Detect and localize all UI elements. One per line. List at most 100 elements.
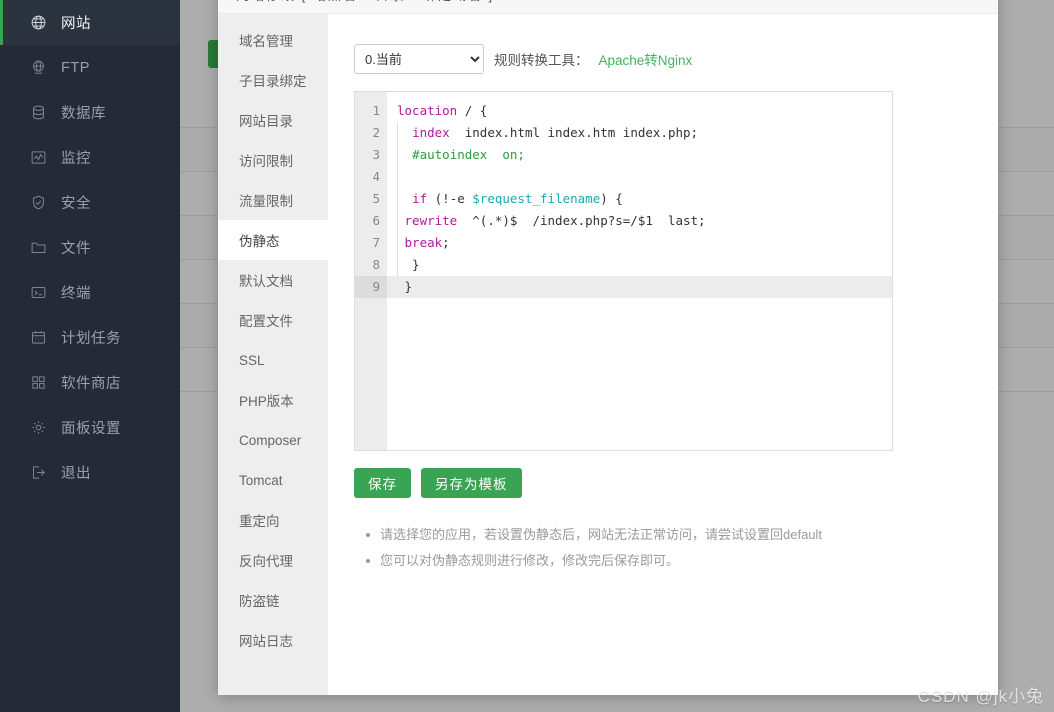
tab-label: 反向代理 <box>239 554 293 569</box>
line-number: 4 <box>372 169 380 184</box>
code-line: break; <box>387 232 892 254</box>
indent-guide <box>397 210 398 232</box>
code-token: / { <box>457 103 488 118</box>
code-line: #autoindex on; <box>387 144 892 166</box>
code-line: location / { <box>387 100 892 122</box>
site-edit-modal: 网站修改 [ 站点名 · 目录 · 绑定域名 ] 域名管理 子目录绑定 网站目录… <box>218 0 998 695</box>
tab-tomcat[interactable]: Tomcat <box>218 460 328 500</box>
editor-code-area[interactable]: location / { index index.html index.htm … <box>387 92 892 450</box>
shield-icon <box>28 193 48 213</box>
code-token: ^(.*)$ /index.php?s=/$1 last; <box>457 213 706 228</box>
sidebar-item-security[interactable]: 安全 <box>0 180 180 225</box>
sidebar-item-files[interactable]: 文件 <box>0 225 180 270</box>
tab-label: Tomcat <box>239 472 283 488</box>
code-token: index <box>412 125 450 140</box>
line-number: 8 <box>372 257 380 272</box>
tab-site-log[interactable]: 网站日志 <box>218 620 328 660</box>
sidebar-item-website[interactable]: 网站 <box>0 0 180 45</box>
code-token: location <box>397 103 458 118</box>
tab-label: 访问限制 <box>239 154 293 169</box>
indent-guide <box>397 232 398 254</box>
monitor-icon <box>28 148 48 168</box>
sidebar-item-label: 退出 <box>61 466 91 482</box>
sidebar-item-monitor[interactable]: 监控 <box>0 135 180 180</box>
code-token: (!-e <box>427 191 473 206</box>
save-as-template-button[interactable]: 另存为模板 <box>421 468 522 498</box>
help-item: 您可以对伪静态规则进行修改，修改完后保存即可。 <box>360 548 972 574</box>
tab-default-document[interactable]: 默认文档 <box>218 260 328 300</box>
line-number: 1 <box>372 103 380 118</box>
tab-composer[interactable]: Composer <box>218 420 328 460</box>
grid-icon <box>28 373 48 393</box>
line-number: 7 <box>372 235 380 250</box>
tab-config-file[interactable]: 配置文件 <box>218 300 328 340</box>
tab-php-version[interactable]: PHP版本 <box>218 380 328 420</box>
sidebar-item-label: 终端 <box>61 286 91 302</box>
tab-label: 防盗链 <box>239 594 280 609</box>
logout-icon <box>28 463 48 483</box>
code-line: } <box>387 254 892 276</box>
code-token: break <box>404 235 443 250</box>
tab-label: PHP版本 <box>239 394 294 409</box>
tab-label: SSL <box>239 352 265 368</box>
code-token: } <box>397 279 413 294</box>
rewrite-panel: 0.当前 规则转换工具： Apache转Nginx 1 2 3 4 5 6 7 … <box>328 14 998 695</box>
code-token: #autoindex on; <box>412 147 525 162</box>
apache-to-nginx-link[interactable]: Apache转Nginx <box>599 49 693 69</box>
tab-site-directory[interactable]: 网站目录 <box>218 100 328 140</box>
save-button[interactable]: 保存 <box>354 468 411 498</box>
tab-label: 域名管理 <box>239 34 293 49</box>
main-sidebar: 网站 FTP 数据库 监控 安全 文件 终端 计划任务 软件商店 面板设置 退出 <box>0 0 180 712</box>
code-token: ) { <box>600 191 623 206</box>
sidebar-item-cron[interactable]: 计划任务 <box>0 315 180 360</box>
sidebar-item-terminal[interactable]: 终端 <box>0 270 180 315</box>
sidebar-item-panel-settings[interactable]: 面板设置 <box>0 405 180 450</box>
rewrite-toolbar: 0.当前 规则转换工具： Apache转Nginx <box>354 44 972 74</box>
tab-hotlink-protection[interactable]: 防盗链 <box>218 580 328 620</box>
modal-tab-list: 域名管理 子目录绑定 网站目录 访问限制 流量限制 伪静态 默认文档 配置文件 … <box>218 14 328 695</box>
tab-ssl[interactable]: SSL <box>218 340 328 380</box>
sidebar-item-app-store[interactable]: 软件商店 <box>0 360 180 405</box>
code-token: } <box>397 257 420 272</box>
tab-label: 重定向 <box>239 514 280 529</box>
tab-traffic-limit[interactable]: 流量限制 <box>218 180 328 220</box>
globe-icon <box>28 13 48 33</box>
folder-icon <box>28 238 48 258</box>
sidebar-item-label: 软件商店 <box>61 376 121 392</box>
line-number: 9 <box>355 276 387 298</box>
code-editor[interactable]: 1 2 3 4 5 6 7 8 9 location / { index ind… <box>354 91 893 451</box>
tab-reverse-proxy[interactable]: 反向代理 <box>218 540 328 580</box>
sidebar-item-label: 安全 <box>61 196 91 212</box>
converter-label: 规则转换工具： <box>494 53 589 68</box>
modal-body: 域名管理 子目录绑定 网站目录 访问限制 流量限制 伪静态 默认文档 配置文件 … <box>218 14 998 695</box>
sidebar-item-database[interactable]: 数据库 <box>0 90 180 135</box>
tab-rewrite[interactable]: 伪静态 <box>218 220 328 260</box>
gear-icon <box>28 418 48 438</box>
code-token: index.html index.htm index.php; <box>449 125 699 140</box>
tab-subdirectory-binding[interactable]: 子目录绑定 <box>218 60 328 100</box>
indent-guide <box>397 254 398 276</box>
rewrite-template-select[interactable]: 0.当前 <box>354 44 484 74</box>
help-text: 请选择您的应用，若设置伪静态后，网站无法正常访问，请尝试设置回default <box>380 527 823 542</box>
sidebar-item-label: 数据库 <box>61 106 106 122</box>
code-token: $request_filename <box>472 191 601 206</box>
code-line <box>387 166 892 188</box>
sidebar-item-ftp[interactable]: FTP <box>0 45 180 90</box>
code-line: } <box>387 276 892 298</box>
code-line: index index.html index.htm index.php; <box>387 122 892 144</box>
sidebar-item-logout[interactable]: 退出 <box>0 450 180 495</box>
bullet-icon <box>366 559 370 563</box>
line-number: 3 <box>372 147 380 162</box>
modal-header: 网站修改 [ 站点名 · 目录 · 绑定域名 ] <box>218 0 998 14</box>
sidebar-item-label: 监控 <box>61 151 91 167</box>
code-token: if <box>412 191 428 206</box>
ftp-icon <box>28 58 48 78</box>
tab-access-restriction[interactable]: 访问限制 <box>218 140 328 180</box>
tab-redirect[interactable]: 重定向 <box>218 500 328 540</box>
help-text-list: 请选择您的应用，若设置伪静态后，网站无法正常访问，请尝试设置回default 您… <box>354 522 972 574</box>
app-root: 网站 FTP 数据库 监控 安全 文件 终端 计划任务 软件商店 面板设置 退出… <box>0 0 1054 712</box>
tab-domain-management[interactable]: 域名管理 <box>218 20 328 60</box>
